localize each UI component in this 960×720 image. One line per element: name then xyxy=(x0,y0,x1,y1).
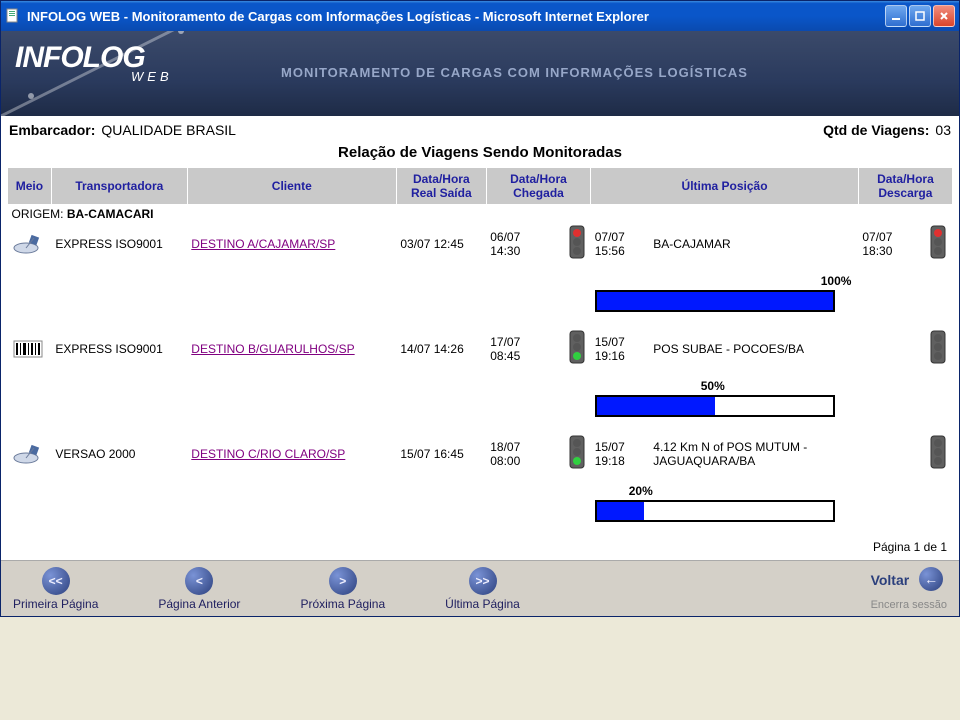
chegada-light-icon xyxy=(564,433,591,474)
pos-text-cell: POS SUBAE - POCOES/BA xyxy=(649,328,858,369)
progress-wrap: 20% xyxy=(595,476,949,536)
voltar-label: Voltar xyxy=(871,572,910,588)
trip-row: EXPRESS ISO9001 DESTINO B/GUARULHOS/SP 14/… xyxy=(8,328,953,369)
col-transportadora: Transportadora xyxy=(51,168,187,205)
brand-banner: INFOLOG WEB MONITORAMENTO DE CARGAS COM … xyxy=(1,31,959,116)
embarcador-label: Embarcador: xyxy=(9,122,95,138)
window-controls xyxy=(885,5,955,27)
progress-fill xyxy=(597,397,715,415)
minimize-button[interactable] xyxy=(885,5,907,27)
encerra-sessao-link[interactable]: Encerra sessão xyxy=(871,599,947,611)
pos-time-cell: 15/0719:18 xyxy=(591,433,650,474)
app-window: INFOLOG WEB - Monitoramento de Cargas co… xyxy=(0,0,960,617)
descarga-cell xyxy=(858,328,925,369)
col-descarga: Data/Hora Descarga xyxy=(858,168,952,205)
col-ultima-posicao: Última Posição xyxy=(591,168,859,205)
meio-icon xyxy=(8,433,52,474)
meio-icon xyxy=(8,223,52,264)
transportadora-cell: EXPRESS ISO9001 xyxy=(51,223,187,264)
progress-row: 100% xyxy=(8,264,953,328)
back-arrow-icon: ← xyxy=(919,567,943,591)
trip-row: VERSAO 2000 DESTINO C/RIO CLARO/SP 15/07 1… xyxy=(8,433,953,474)
qtd-viagens-value: 03 xyxy=(935,122,951,138)
col-cliente: Cliente xyxy=(187,168,396,205)
chegada-cell: 06/0714:30 xyxy=(486,223,563,264)
origin-value: BA-CAMACARI xyxy=(67,207,154,221)
prev-page-button[interactable]: < Página Anterior xyxy=(158,567,240,611)
cliente-link[interactable]: DESTINO B/GUARULHOS/SP xyxy=(191,342,354,356)
transportadora-cell: EXPRESS ISO9001 xyxy=(51,328,187,369)
descarga-light-icon xyxy=(925,223,952,264)
progress-bar xyxy=(595,290,835,312)
voltar-button[interactable]: Voltar ← xyxy=(871,567,947,593)
titlebar: INFOLOG WEB - Monitoramento de Cargas co… xyxy=(1,1,959,31)
embarcador-value: QUALIDADE BRASIL xyxy=(101,122,236,138)
section-title: Relação de Viagens Sendo Monitoradas xyxy=(7,140,953,167)
descarga-light-icon xyxy=(925,433,952,474)
first-page-button[interactable]: << Primeira Página xyxy=(13,567,98,611)
pos-time-cell: 15/0719:16 xyxy=(591,328,650,369)
col-chegada: Data/Hora Chegada xyxy=(486,168,591,205)
window-title: INFOLOG WEB - Monitoramento de Cargas co… xyxy=(27,9,885,24)
last-page-button[interactable]: >> Última Página xyxy=(445,567,520,611)
cliente-link[interactable]: DESTINO A/CAJAMAR/SP xyxy=(191,237,335,251)
trip-row: EXPRESS ISO9001 DESTINO A/CAJAMAR/SP 03/07… xyxy=(8,223,953,264)
transportadora-cell: VERSAO 2000 xyxy=(51,433,187,474)
pos-text-cell: 4.12 Km N of POS MUTUM - JAGUAQUARA/BA xyxy=(649,433,858,474)
page-icon xyxy=(5,8,21,24)
last-page-label: Última Página xyxy=(445,597,520,611)
footer-nav: << Primeira Página < Página Anterior > P… xyxy=(1,560,959,616)
page-number: Página 1 de 1 xyxy=(7,538,953,558)
origin-row: ORIGEM: BA-CAMACARI xyxy=(8,205,953,224)
pos-text-cell: BA-CAJAMAR xyxy=(649,223,858,264)
progress-bar xyxy=(595,500,835,522)
progress-row: 50% xyxy=(8,369,953,433)
progress-percent: 20% xyxy=(629,484,653,498)
brand-sub: WEB xyxy=(131,69,173,84)
meio-icon xyxy=(8,328,52,369)
progress-fill xyxy=(597,502,644,520)
col-meio: Meio xyxy=(8,168,52,205)
next-page-icon: > xyxy=(329,567,357,595)
saida-cell: 03/07 12:45 xyxy=(396,223,486,264)
pos-time-cell: 07/0715:56 xyxy=(591,223,650,264)
close-button[interactable] xyxy=(933,5,955,27)
chegada-light-icon xyxy=(564,223,591,264)
col-saida: Data/Hora Real Saída xyxy=(396,168,486,205)
maximize-button[interactable] xyxy=(909,5,931,27)
progress-bar xyxy=(595,395,835,417)
descarga-light-icon xyxy=(925,328,952,369)
header-info-row: Embarcador: QUALIDADE BRASIL Qtd de Viag… xyxy=(7,116,953,140)
progress-percent: 50% xyxy=(701,379,725,393)
next-page-label: Próxima Página xyxy=(300,597,385,611)
saida-cell: 14/07 14:26 xyxy=(396,328,486,369)
prev-page-label: Página Anterior xyxy=(158,597,240,611)
progress-percent: 100% xyxy=(821,274,852,288)
page-content: Embarcador: QUALIDADE BRASIL Qtd de Viag… xyxy=(1,116,959,560)
progress-wrap: 50% xyxy=(595,371,949,431)
chegada-cell: 18/0708:00 xyxy=(486,433,563,474)
qtd-viagens-label: Qtd de Viagens: xyxy=(823,122,929,138)
trips-table: Meio Transportadora Cliente Data/Hora Re… xyxy=(7,167,953,538)
first-page-icon: << xyxy=(42,567,70,595)
prev-page-icon: < xyxy=(185,567,213,595)
next-page-button[interactable]: > Próxima Página xyxy=(300,567,385,611)
last-page-icon: >> xyxy=(469,567,497,595)
chegada-light-icon xyxy=(564,328,591,369)
progress-row: 20% xyxy=(8,474,953,538)
first-page-label: Primeira Página xyxy=(13,597,98,611)
descarga-cell: 07/0718:30 xyxy=(858,223,925,264)
cliente-link[interactable]: DESTINO C/RIO CLARO/SP xyxy=(191,447,345,461)
descarga-cell xyxy=(858,433,925,474)
progress-wrap: 100% xyxy=(595,266,949,326)
progress-fill xyxy=(597,292,833,310)
brand-slogan: MONITORAMENTO DE CARGAS COM INFORMAÇÕES … xyxy=(281,65,748,80)
saida-cell: 15/07 16:45 xyxy=(396,433,486,474)
origin-label: ORIGEM: xyxy=(12,207,64,221)
chegada-cell: 17/0708:45 xyxy=(486,328,563,369)
